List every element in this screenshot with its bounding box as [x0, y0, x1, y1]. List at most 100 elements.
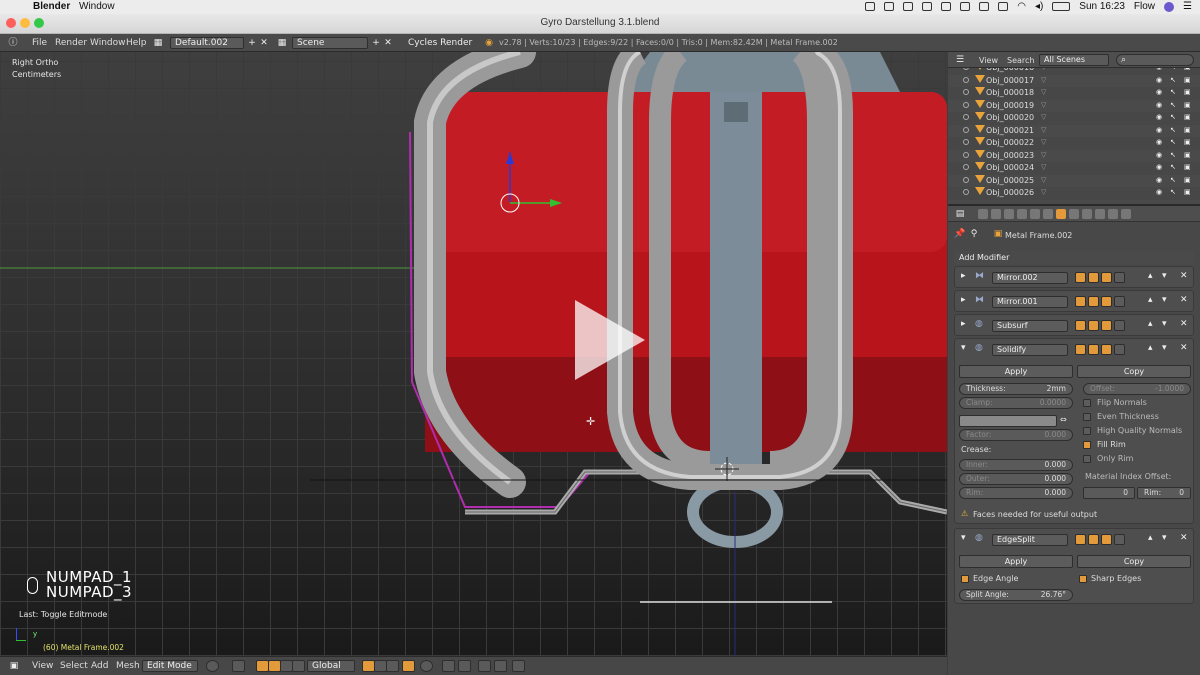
editor-type-icon[interactable]: ▣ — [8, 660, 20, 672]
expand-icon[interactable]: ▸ — [961, 295, 966, 305]
expand-icon[interactable]: ▸ — [961, 271, 966, 281]
render-toggle[interactable] — [1088, 272, 1099, 283]
siri-icon[interactable] — [1164, 1, 1175, 12]
move-down-icon[interactable]: ▾ — [1162, 533, 1167, 543]
tab-texture[interactable] — [1095, 209, 1105, 219]
expand-circle-icon[interactable] — [963, 176, 969, 183]
outliner-row-label[interactable]: Obj_000021 — [986, 126, 1034, 135]
window-menu-blender[interactable]: Window — [90, 38, 126, 48]
tab-scene[interactable] — [1004, 209, 1014, 219]
apply-button[interactable]: Apply — [959, 365, 1073, 378]
select-arrow-icon[interactable]: ↖ — [1170, 188, 1177, 196]
move-up-icon[interactable]: ▴ — [1148, 319, 1153, 329]
expand-circle-icon[interactable] — [963, 101, 969, 108]
move-down-icon[interactable]: ▾ — [1162, 343, 1167, 353]
select-arrow-icon[interactable]: ↖ — [1170, 113, 1177, 121]
status-icon[interactable] — [998, 2, 1009, 11]
expand-circle-icon[interactable] — [963, 139, 969, 145]
visibility-icon[interactable]: ◉ — [1156, 68, 1163, 71]
scene-field[interactable]: Scene — [292, 37, 368, 49]
flip-normals-checkbox[interactable] — [1083, 399, 1091, 407]
modifier-name-field[interactable]: Solidify — [992, 344, 1068, 356]
move-up-icon[interactable]: ▴ — [1148, 343, 1153, 353]
display-mode-select[interactable]: All Scenes — [1039, 54, 1109, 66]
modifier-name-field[interactable]: Mirror.002 — [992, 272, 1068, 284]
render-icon[interactable]: ▣ — [1184, 68, 1191, 71]
wifi-icon[interactable]: ◠ — [1017, 1, 1026, 12]
render-icon[interactable]: ▣ — [1184, 76, 1191, 84]
cage-toggle[interactable] — [1114, 296, 1125, 307]
remove-scene-icon[interactable]: ✕ — [382, 37, 394, 49]
expand-circle-icon[interactable] — [963, 189, 969, 195]
crease-rim-field[interactable]: Rim: 0.000 — [959, 487, 1073, 499]
realtime-toggle[interactable] — [1075, 534, 1086, 545]
move-up-icon[interactable]: ▴ — [1148, 271, 1153, 281]
status-icon[interactable] — [884, 2, 895, 11]
modifier-name-field[interactable]: EdgeSplit — [992, 534, 1068, 546]
copy-button[interactable]: Copy — [1077, 365, 1191, 378]
realtime-toggle[interactable] — [1075, 272, 1086, 283]
outliner-row-label[interactable]: Obj_000025 — [986, 176, 1034, 185]
sharp-edges-checkbox[interactable] — [1079, 575, 1087, 583]
fill-rim-checkbox[interactable] — [1083, 441, 1091, 449]
editmode-toggle[interactable] — [1101, 296, 1112, 307]
layout-field[interactable]: Default.002 — [170, 37, 244, 49]
outliner-row[interactable]: Obj_000021 ▽ ◉ ↖ ▣ — [948, 124, 1200, 137]
only-rim-checkbox[interactable] — [1083, 455, 1091, 463]
outliner-row[interactable]: Obj_000020 ▽ ◉ ↖ ▣ — [948, 112, 1200, 125]
tab-object[interactable] — [1030, 209, 1040, 219]
move-up-icon[interactable]: ▴ — [1148, 533, 1153, 543]
visibility-icon[interactable]: ◉ — [1156, 151, 1163, 159]
render-engine-select[interactable]: Cycles Render — [403, 37, 477, 49]
outliner-row-label[interactable]: Obj_000016 — [986, 68, 1034, 72]
pin-icon[interactable]: 📌 — [954, 228, 966, 240]
orientation-select[interactable]: Global — [307, 660, 355, 672]
remove-layout-icon[interactable]: ✕ — [258, 37, 270, 49]
battery-icon[interactable] — [1052, 2, 1071, 11]
expand-circle-icon[interactable] — [963, 76, 969, 83]
realtime-toggle[interactable] — [1075, 320, 1086, 331]
occlude-geometry-button[interactable] — [402, 660, 415, 672]
status-icon[interactable] — [903, 2, 914, 11]
realtime-toggle[interactable] — [1075, 344, 1086, 355]
render-icon[interactable]: ▣ — [1184, 176, 1191, 184]
render-menu[interactable]: Render — [55, 38, 87, 48]
proportional-edit-button[interactable] — [420, 660, 433, 672]
editmode-toggle[interactable] — [1101, 534, 1112, 545]
expand-circle-icon[interactable] — [963, 114, 969, 120]
expand-circle-icon[interactable] — [963, 126, 969, 133]
visibility-icon[interactable]: ◉ — [1156, 101, 1163, 109]
status-icon[interactable] — [960, 2, 971, 11]
editmode-toggle[interactable] — [1101, 272, 1112, 283]
mesh-menu[interactable]: Mesh — [116, 661, 140, 671]
select-arrow-icon[interactable]: ↖ — [1170, 126, 1177, 134]
crease-outer-field[interactable]: Outer: 0.000 — [959, 473, 1073, 485]
mode-select[interactable]: Edit Mode — [142, 660, 198, 672]
remove-modifier-icon[interactable]: ✕ — [1180, 343, 1188, 353]
move-down-icon[interactable]: ▾ — [1162, 271, 1167, 281]
split-angle-field[interactable]: Split Angle: 26.76° — [959, 589, 1073, 601]
expand-icon[interactable]: ▸ — [961, 319, 966, 329]
render-icon[interactable]: ▣ — [1184, 188, 1191, 196]
visibility-icon[interactable]: ◉ — [1156, 163, 1163, 171]
outliner-row[interactable]: Obj_000026 ▽ ◉ ↖ ▣ — [948, 187, 1200, 200]
outliner-row-label[interactable]: Obj_000017 — [986, 76, 1034, 85]
outliner-row-label[interactable]: Obj_000018 — [986, 88, 1034, 97]
render-icon[interactable]: ▣ — [1184, 101, 1191, 109]
outliner-row[interactable]: Obj_000019 ▽ ◉ ↖ ▣ — [948, 99, 1200, 112]
tab-layers[interactable] — [991, 209, 1001, 219]
thickness-field[interactable]: Thickness: 2mm — [959, 383, 1073, 395]
properties-editor-icon[interactable]: ▤ — [954, 208, 966, 220]
apply-button[interactable]: Apply — [959, 555, 1073, 568]
outliner-row[interactable]: Obj_000023 ▽ ◉ ↖ ▣ — [948, 149, 1200, 162]
render-icon[interactable]: ▣ — [1184, 113, 1191, 121]
material-offset-field[interactable]: 0 — [1083, 487, 1135, 499]
visibility-icon[interactable]: ◉ — [1156, 176, 1163, 184]
visibility-icon[interactable]: ◉ — [1156, 76, 1163, 84]
hq-normals-checkbox[interactable] — [1083, 427, 1091, 435]
3d-viewport[interactable]: ✛ Right Ortho Centimeters NUMPAD_1 NUMPA… — [0, 52, 947, 656]
layout-icon[interactable]: ▦ — [152, 37, 164, 49]
visibility-icon[interactable]: ◉ — [1156, 126, 1163, 134]
window-menu[interactable]: Window — [79, 1, 115, 12]
help-menu[interactable]: Help — [126, 38, 147, 48]
